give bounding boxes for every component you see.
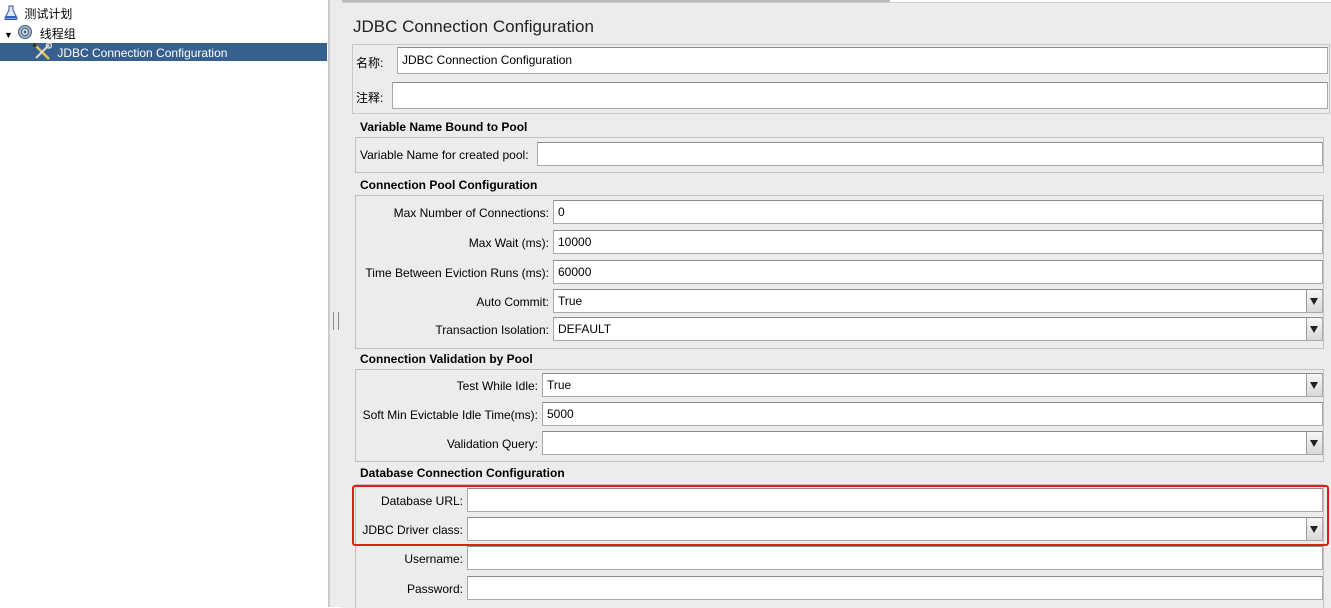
max-wait-field[interactable]: 10000 xyxy=(553,230,1323,254)
eviction-label: Time Between Eviction Runs (ms): xyxy=(365,266,549,280)
auto-commit-value: True xyxy=(558,294,583,308)
name-field[interactable]: JDBC Connection Configuration xyxy=(397,47,1328,74)
tree-item-jdbc-connection-configuration[interactable]: JDBC Connection Configuration xyxy=(0,42,327,61)
wrench-screwdriver-icon xyxy=(32,42,53,65)
auto-commit-label: Auto Commit: xyxy=(476,295,549,309)
page-title: JDBC Connection Configuration xyxy=(353,17,594,36)
max-wait-label: Max Wait (ms): xyxy=(468,236,549,250)
variable-name-label: Variable Name for created pool: xyxy=(360,148,529,162)
soft-min-field[interactable]: 5000 xyxy=(542,402,1323,426)
max-connections-label: Max Number of Connections: xyxy=(393,206,549,220)
validation-query-label: Validation Query: xyxy=(446,437,538,451)
isolation-value: DEFAULT xyxy=(558,322,612,336)
tree-item-thread-group[interactable]: ▼ 线程组 xyxy=(4,24,76,42)
test-idle-value: True xyxy=(547,378,572,392)
variable-name-field[interactable] xyxy=(537,142,1323,166)
username-label: Username: xyxy=(404,552,463,566)
validation-query-select[interactable] xyxy=(542,431,1323,455)
tree-item-test-plan[interactable]: 测试计划 xyxy=(4,5,72,23)
splitter-grip-icon[interactable] xyxy=(333,312,339,330)
eviction-field[interactable]: 60000 xyxy=(553,260,1323,284)
username-field[interactable] xyxy=(467,546,1323,570)
section-title-db-config: Database Connection Configuration xyxy=(360,466,565,480)
test-plan-tree[interactable]: 测试计划 ▼ 线程组 JDBC Connection Configuration xyxy=(0,0,329,607)
name-label: 名称: xyxy=(356,56,384,70)
isolation-label: Transaction Isolation: xyxy=(435,323,549,337)
max-connections-field[interactable]: 0 xyxy=(553,200,1323,224)
chevron-down-icon[interactable] xyxy=(1306,318,1322,340)
chevron-down-icon[interactable] xyxy=(1306,290,1322,312)
chevron-down-icon[interactable] xyxy=(1306,374,1322,396)
section-title-validation: Connection Validation by Pool xyxy=(360,352,533,366)
soft-min-label: Soft Min Evictable Idle Time(ms): xyxy=(362,408,538,422)
comment-label: 注释: xyxy=(356,91,384,105)
flask-icon xyxy=(4,5,18,25)
password-label: Password: xyxy=(406,582,463,596)
tree-item-label: JDBC Connection Configuration xyxy=(57,46,228,61)
auto-commit-select[interactable]: True xyxy=(553,289,1323,313)
test-idle-label: Test While Idle: xyxy=(456,379,538,393)
section-title-pool-config: Connection Pool Configuration xyxy=(360,178,538,192)
gear-icon xyxy=(17,24,33,45)
highlight-annotation xyxy=(352,485,1329,546)
section-title-variable-pool: Variable Name Bound to Pool xyxy=(360,120,528,134)
chevron-down-icon[interactable] xyxy=(1306,432,1322,454)
panel-splitter[interactable] xyxy=(329,0,343,607)
tree-item-label: 线程组 xyxy=(39,26,76,41)
password-field[interactable] xyxy=(467,576,1323,600)
expand-arrow-icon[interactable]: ▼ xyxy=(4,26,14,44)
transaction-isolation-select[interactable]: DEFAULT xyxy=(553,317,1323,341)
tree-item-label: 测试计划 xyxy=(24,7,73,22)
test-while-idle-select[interactable]: True xyxy=(542,373,1323,397)
comment-field[interactable] xyxy=(392,82,1328,109)
